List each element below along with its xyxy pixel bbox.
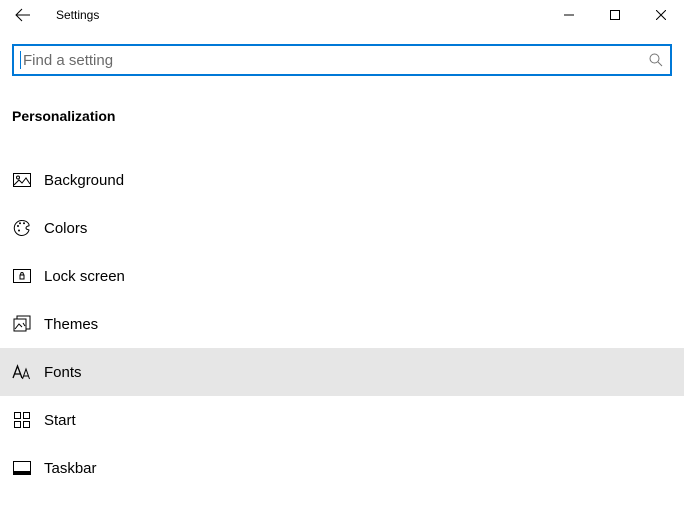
minimize-icon [564, 10, 574, 20]
search-placeholder: Find a setting [23, 52, 648, 69]
category-heading: Personalization [12, 108, 684, 124]
titlebar: Settings [0, 0, 684, 30]
close-icon [656, 10, 666, 20]
nav-label: Start [44, 412, 76, 429]
text-caret [20, 51, 21, 69]
nav-item-lock-screen[interactable]: Lock screen [0, 252, 684, 300]
nav-label: Background [44, 172, 124, 189]
maximize-icon [610, 10, 620, 20]
start-icon [12, 410, 32, 430]
nav-list: Background Colors Lock screen [0, 156, 684, 492]
search-input[interactable]: Find a setting [12, 44, 672, 76]
nav-item-colors[interactable]: Colors [0, 204, 684, 252]
search-container: Find a setting [12, 44, 672, 76]
nav-item-start[interactable]: Start [0, 396, 684, 444]
nav-label: Themes [44, 316, 98, 333]
search-icon [648, 52, 664, 68]
picture-icon [12, 170, 32, 190]
fonts-icon [12, 362, 32, 382]
nav-label: Colors [44, 220, 87, 237]
minimize-button[interactable] [546, 0, 592, 30]
window-title: Settings [46, 8, 99, 22]
nav-item-themes[interactable]: Themes [0, 300, 684, 348]
window-controls [546, 0, 684, 30]
lock-screen-icon [12, 266, 32, 286]
nav-label: Taskbar [44, 460, 97, 477]
palette-icon [12, 218, 32, 238]
nav-label: Lock screen [44, 268, 125, 285]
taskbar-icon [12, 458, 32, 478]
back-button[interactable] [0, 0, 46, 30]
themes-icon [12, 314, 32, 334]
nav-item-fonts[interactable]: Fonts [0, 348, 684, 396]
nav-item-taskbar[interactable]: Taskbar [0, 444, 684, 492]
nav-item-background[interactable]: Background [0, 156, 684, 204]
maximize-button[interactable] [592, 0, 638, 30]
back-arrow-icon [15, 7, 31, 23]
close-button[interactable] [638, 0, 684, 30]
nav-label: Fonts [44, 364, 82, 381]
